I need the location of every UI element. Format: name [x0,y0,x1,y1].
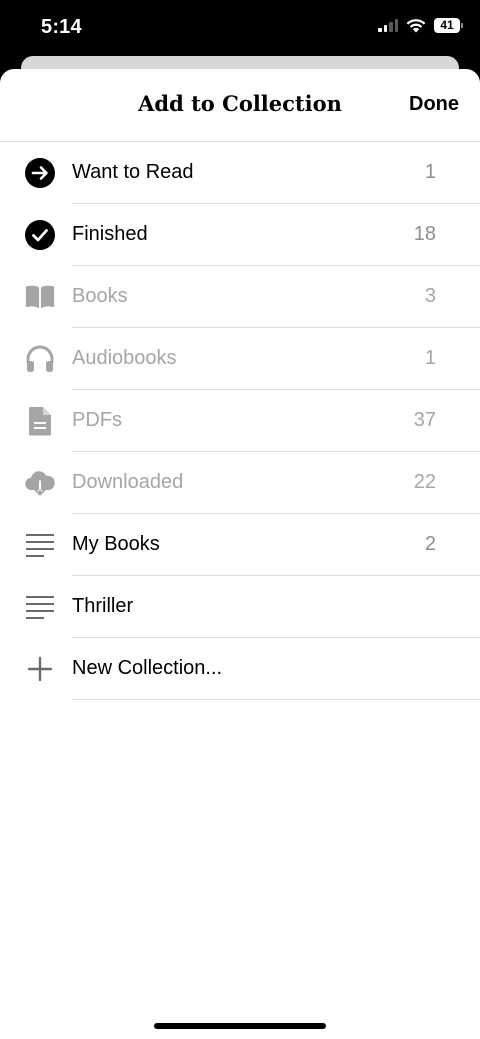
checkmark-circle-icon [24,219,56,251]
collection-label: Downloaded [72,471,184,493]
collection-label: New Collection... [72,657,223,679]
collection-label: Thriller [72,595,134,617]
collection-count: 1 [424,161,436,183]
collection-count: 1 [424,347,436,369]
status-bar: 5:14 41 [0,0,480,60]
collection-label: Finished [72,223,148,245]
collection-label: Want to Read [72,161,194,183]
document-icon [24,405,56,437]
collection-label: My Books [72,533,160,555]
collection-row-finished[interactable]: Finished 18 [0,204,480,266]
done-button[interactable]: Done [409,93,459,116]
cloud-download-icon [24,467,56,499]
collection-row-books: Books 3 [0,266,480,328]
collection-list: Want to Read 1 Finished 18 Books 3 Audio… [0,142,480,700]
cellular-signal-icon [378,19,398,32]
collection-label: Audiobooks [72,347,177,369]
sheet-title: Add to Collection [138,91,342,116]
home-indicator[interactable] [154,1023,326,1029]
collection-row-downloaded: Downloaded 22 [0,452,480,514]
sheet-header: Add to Collection Done [0,69,480,142]
list-icon [24,529,56,561]
new-collection-button[interactable]: New Collection... [0,638,480,700]
book-icon [24,281,56,313]
collection-count: 3 [424,285,436,307]
battery-icon: 41 [434,18,463,33]
wifi-icon [406,19,426,33]
add-to-collection-sheet: Add to Collection Done Want to Read 1 Fi… [0,69,480,1039]
collection-row-want-to-read[interactable]: Want to Read 1 [0,142,480,204]
status-indicators: 41 [378,18,463,33]
headphones-icon [24,343,56,375]
list-icon [24,591,56,623]
collection-row-my-books[interactable]: My Books 2 [0,514,480,576]
status-time: 5:14 [41,16,82,38]
collection-label: Books [72,285,128,307]
screen: 5:14 41 Add to Collection Done Want to R… [0,0,480,1039]
plus-icon [24,653,56,685]
collection-row-pdfs: PDFs 37 [0,390,480,452]
collection-count: 22 [413,471,436,493]
collection-row-audiobooks: Audiobooks 1 [0,328,480,390]
collection-label: PDFs [72,409,122,431]
collection-count: 18 [413,223,436,245]
row-separator [72,699,480,700]
arrow-right-circle-icon [24,157,56,189]
collection-count: 2 [424,533,436,555]
collection-row-thriller[interactable]: Thriller [0,576,480,638]
collection-count: 37 [413,409,436,431]
